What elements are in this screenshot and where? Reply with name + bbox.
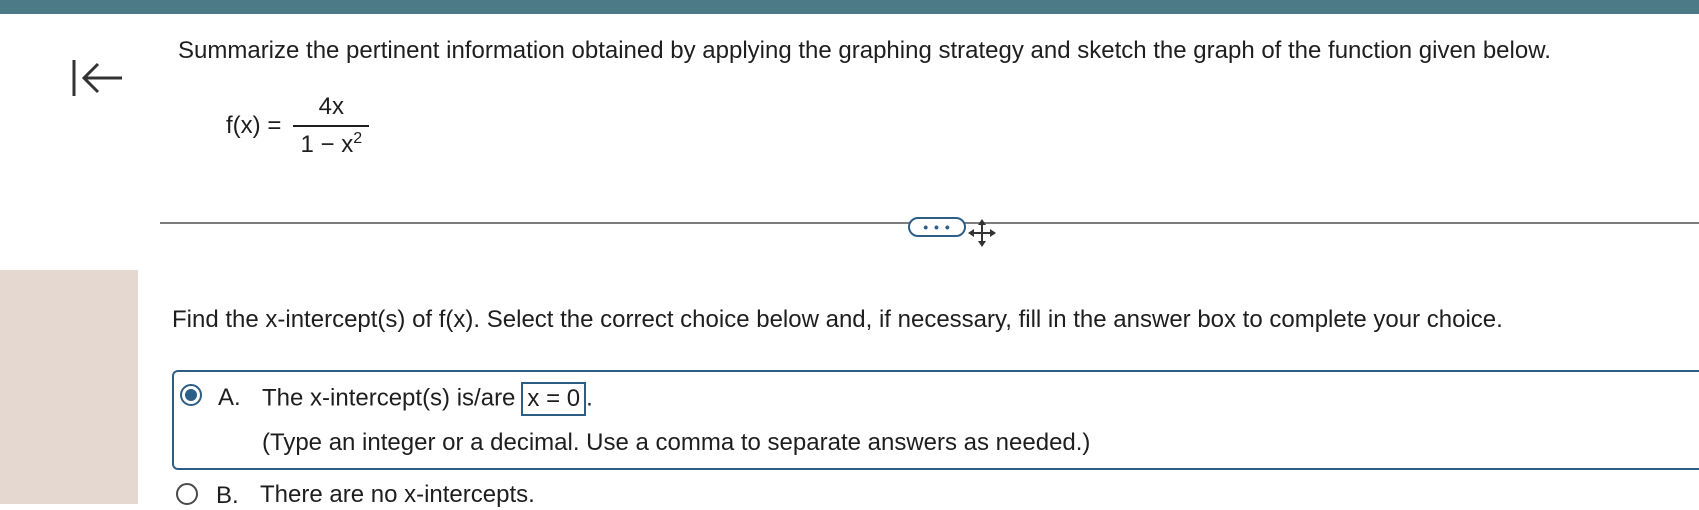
choice-a-text: The x-intercept(s) is/are x = 0. (262, 382, 593, 416)
x-intercept-answer-input[interactable]: x = 0 (521, 382, 587, 416)
choice-a-panel[interactable]: A. The x-intercept(s) is/are x = 0. (Type… (172, 370, 1699, 470)
choice-a-label: The x-intercept(s) is/are (262, 384, 516, 412)
function-fraction: 4x 1 − x2 (293, 93, 370, 159)
arrow-left-to-bar-icon (72, 60, 122, 96)
function-lhs: f(x) = (226, 112, 282, 139)
move-icon[interactable] (968, 219, 996, 247)
more-options-button[interactable]: • • • (908, 217, 966, 237)
back-arrow-button[interactable] (70, 58, 126, 98)
choice-b-radio[interactable] (176, 483, 198, 505)
choice-a-letter: A. (218, 384, 241, 411)
choice-a-hint: (Type an integer or a decimal. Use a com… (262, 429, 1091, 456)
denominator: 1 − x2 (301, 127, 363, 159)
denominator-base: 1 − x (300, 131, 354, 158)
left-panel-shade (0, 270, 138, 504)
choice-b-text: There are no x-intercepts. (260, 481, 535, 508)
numerator: 4x (318, 93, 345, 120)
prompt-text: Find the x-intercept(s) of f(x). Select … (172, 306, 1503, 333)
top-bar (0, 0, 1699, 14)
denominator-exponent: 2 (353, 130, 363, 147)
question-text: Summarize the pertinent information obta… (178, 37, 1551, 64)
choice-b-letter: B. (216, 482, 239, 509)
choice-a-period: . (586, 384, 593, 412)
choice-a-radio[interactable] (180, 384, 202, 406)
function-expression: f(x) = 4x 1 − x2 (226, 86, 370, 166)
